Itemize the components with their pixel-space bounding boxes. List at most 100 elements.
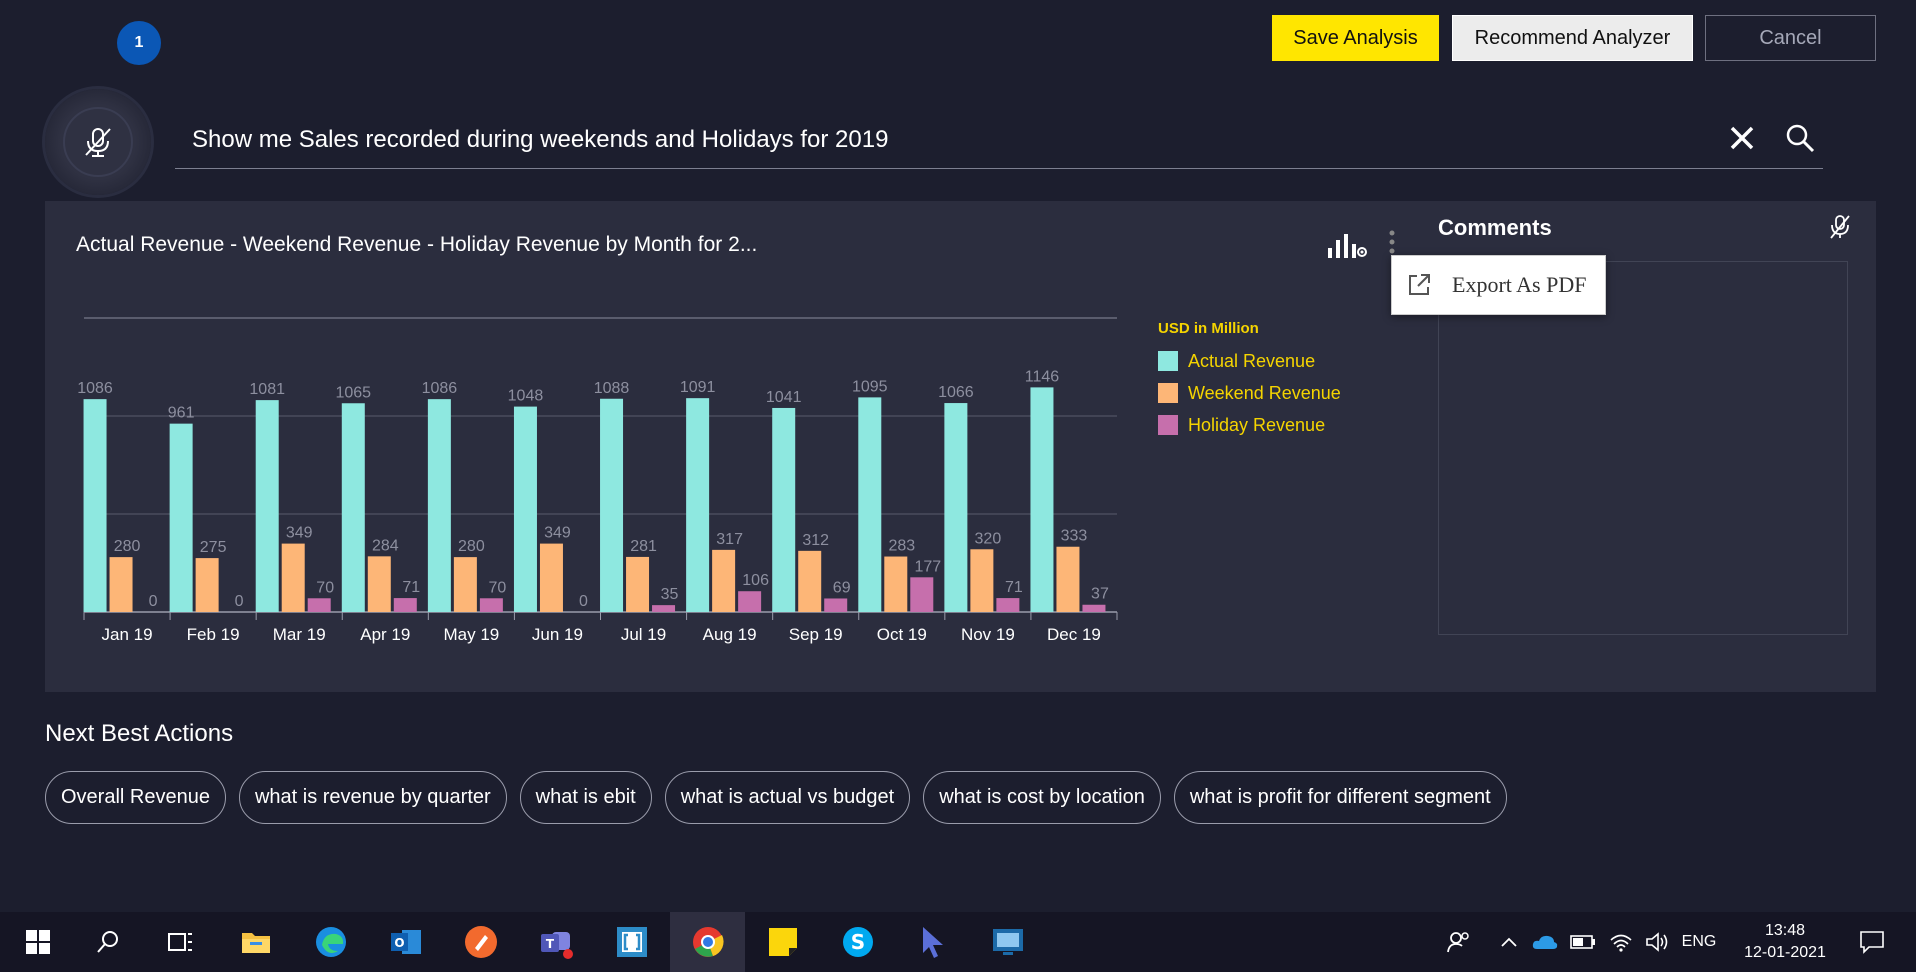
close-icon[interactable] [1726, 122, 1758, 154]
onedrive-icon[interactable] [1528, 912, 1562, 972]
bar [1082, 604, 1106, 612]
legend-label: Holiday Revenue [1188, 414, 1326, 435]
sticky-notes-icon[interactable] [745, 912, 820, 972]
people-icon[interactable] [1440, 912, 1476, 972]
wifi-icon[interactable] [1604, 912, 1638, 972]
bar [195, 558, 219, 612]
skype-icon[interactable]: S [820, 912, 895, 972]
bracket-app-icon[interactable] [594, 912, 669, 972]
data-label: 0 [235, 593, 244, 610]
bar [712, 549, 736, 612]
action-chip[interactable]: Overall Revenue [45, 771, 226, 824]
x-tick-label: Nov 19 [961, 625, 1015, 644]
data-label: 1095 [852, 378, 888, 395]
legend-title: USD in Million [1158, 320, 1259, 337]
chrome-icon[interactable] [670, 912, 745, 972]
data-label: 317 [716, 531, 743, 548]
data-label: 37 [1091, 586, 1109, 603]
cancel-button[interactable]: Cancel [1705, 15, 1876, 61]
legend-item-weekend[interactable]: Weekend Revenue [1158, 377, 1341, 409]
bar [772, 407, 796, 612]
bar [1030, 387, 1054, 612]
action-chip[interactable]: what is profit for different segment [1173, 771, 1507, 824]
next-best-actions-list: Overall Revenue what is revenue by quart… [45, 771, 1507, 824]
export-menu: Export As PDF [1391, 255, 1606, 315]
data-label: 349 [286, 525, 313, 542]
bar [910, 577, 934, 612]
chevron-up-icon[interactable] [1494, 912, 1524, 972]
more-options-icon[interactable] [1388, 230, 1396, 254]
action-chip[interactable]: what is actual vs budget [664, 771, 911, 824]
notifications-icon[interactable] [1852, 912, 1892, 972]
legend-item-actual[interactable]: Actual Revenue [1158, 345, 1341, 377]
bar [652, 605, 676, 612]
export-pdf-menu-item[interactable]: Export As PDF [1452, 272, 1586, 298]
bar [1056, 546, 1080, 612]
bar [798, 550, 822, 612]
comments-mic-muted-icon[interactable] [1828, 213, 1852, 241]
file-explorer-icon[interactable] [218, 912, 293, 972]
action-chip[interactable]: what is ebit [519, 771, 652, 824]
taskbar-search-icon[interactable] [70, 912, 145, 972]
bar [341, 403, 365, 612]
bar [427, 399, 451, 612]
legend-label: Actual Revenue [1188, 350, 1316, 371]
pen-app-icon[interactable] [443, 912, 518, 972]
bar [686, 398, 710, 612]
data-label: 312 [802, 532, 829, 549]
volume-icon[interactable] [1640, 912, 1674, 972]
legend-label: Weekend Revenue [1188, 382, 1341, 403]
x-tick-label: Aug 19 [703, 625, 757, 644]
external-link-icon [1409, 274, 1430, 295]
taskbar: O T S ENG 13:48 12-01-2021 [0, 912, 1916, 972]
bar [626, 556, 650, 612]
bar [858, 397, 882, 612]
x-tick-label: Feb 19 [187, 625, 240, 644]
action-chip[interactable]: what is revenue by quarter [238, 771, 507, 824]
chart-legend: USD in Million Actual Revenue Weekend Re… [1158, 320, 1341, 441]
action-chip[interactable]: what is cost by location [923, 771, 1161, 824]
x-tick-label: Sep 19 [789, 625, 843, 644]
next-best-actions-title: Next Best Actions [45, 720, 234, 747]
chart-settings-icon[interactable] [1326, 230, 1370, 262]
system-clock[interactable]: 13:48 12-01-2021 [1740, 920, 1830, 964]
battery-icon[interactable] [1566, 912, 1600, 972]
search-input[interactable]: Show me Sales recorded during weekends a… [192, 126, 888, 154]
data-label: 35 [661, 586, 679, 603]
data-label: 1048 [508, 388, 544, 405]
windows-start-icon[interactable] [0, 912, 75, 972]
pointer-app-icon[interactable] [895, 912, 970, 972]
data-label: 1086 [422, 380, 458, 397]
voice-input-button[interactable] [45, 89, 151, 195]
comments-textarea[interactable] [1438, 261, 1848, 635]
clock-time: 13:48 [1764, 922, 1806, 939]
x-tick-label: Mar 19 [273, 625, 326, 644]
search-underline [175, 168, 1823, 169]
data-label: 69 [833, 579, 851, 596]
bar [83, 399, 107, 612]
teams-icon[interactable]: T [518, 912, 593, 972]
data-label: 1086 [77, 380, 113, 397]
bar [600, 398, 624, 612]
data-label: 71 [1005, 579, 1023, 596]
recommend-analyzer-button[interactable]: Recommend Analyzer [1452, 15, 1693, 61]
legend-swatch [1158, 351, 1178, 371]
search-icon[interactable] [1784, 122, 1816, 154]
svg-text:S: S [850, 930, 864, 954]
comments-title: Comments [1438, 215, 1552, 240]
save-analysis-button[interactable]: Save Analysis [1272, 15, 1439, 61]
legend-item-holiday[interactable]: Holiday Revenue [1158, 409, 1341, 441]
outlook-icon[interactable]: O [368, 912, 443, 972]
bar [169, 423, 193, 612]
data-label: 1091 [680, 379, 716, 396]
remote-desktop-icon[interactable] [970, 912, 1045, 972]
clock-date: 12-01-2021 [1744, 944, 1826, 961]
language-indicator[interactable]: ENG [1676, 912, 1722, 972]
data-label: 281 [630, 538, 657, 555]
edge-icon[interactable] [293, 912, 368, 972]
bar [393, 598, 417, 612]
task-view-icon[interactable] [142, 912, 217, 972]
bar [970, 549, 994, 612]
bar [281, 543, 305, 612]
svg-text:T: T [545, 937, 554, 951]
